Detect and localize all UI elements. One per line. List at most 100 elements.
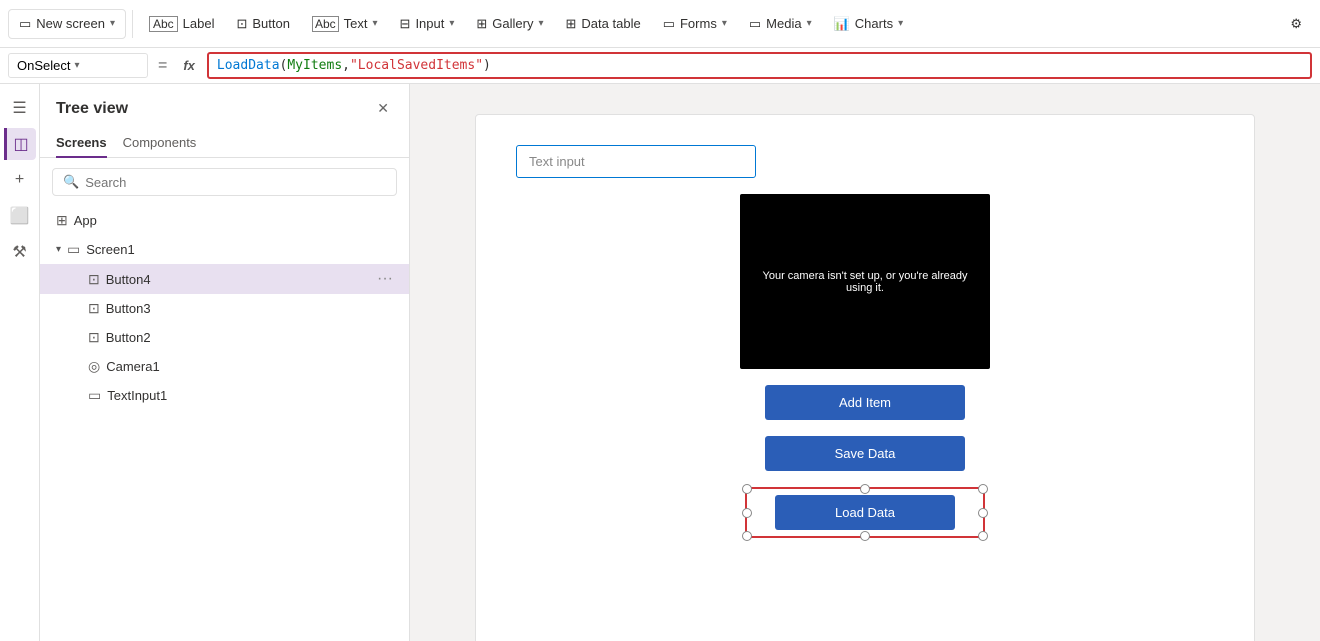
load-data-selected-container: Load Data	[745, 487, 985, 538]
button3-label: Button3	[106, 301, 393, 316]
tree-item-button2[interactable]: ⊡ Button2	[40, 323, 409, 352]
button2-label: Button2	[106, 330, 393, 345]
input-chevron: ▾	[449, 18, 454, 29]
text-icon: Abc	[312, 16, 339, 32]
tree-item-camera1[interactable]: ◎ Camera1	[40, 352, 409, 381]
text-button[interactable]: Abc Text ▾	[302, 10, 388, 38]
screen1-icon: ▭	[67, 241, 80, 258]
text-label: Text	[344, 16, 368, 31]
app-icon: ⊞	[56, 212, 68, 229]
tools-button[interactable]: ⚒	[4, 236, 36, 268]
handle-bl[interactable]	[742, 531, 752, 541]
load-data-button[interactable]: Load Data	[775, 495, 955, 530]
app-label: App	[74, 213, 393, 228]
input-label: Input	[415, 16, 444, 31]
handle-mr[interactable]	[978, 508, 988, 518]
media-chevron: ▾	[807, 18, 812, 29]
tab-screens[interactable]: Screens	[56, 129, 107, 158]
button-icon: ⊡	[236, 16, 247, 32]
add-item-button[interactable]: Add Item	[765, 385, 965, 420]
handle-tm[interactable]	[860, 484, 870, 494]
media-button[interactable]: ▭ Media ▾	[739, 10, 822, 38]
formula-fx-label: fx	[177, 58, 201, 73]
label-label: Label	[183, 16, 215, 31]
media-icon: ▭	[749, 16, 761, 32]
settings-icon: ⚙	[1290, 16, 1302, 32]
handle-tr[interactable]	[978, 484, 988, 494]
formula-string-param: "LocalSavedItems"	[350, 58, 483, 73]
textinput1-label: TextInput1	[107, 388, 393, 403]
tools-icon: ⚒	[12, 242, 26, 262]
button4-more-button[interactable]: ···	[377, 270, 393, 288]
component-icon: ⬜	[10, 206, 30, 226]
handle-bm[interactable]	[860, 531, 870, 541]
formula-bar: OnSelect ▾ = fx LoadData ( MyItems , "Lo…	[0, 48, 1320, 84]
textinput1-icon: ▭	[88, 387, 101, 404]
tree-item-screen1[interactable]: ▾ ▭ Screen1	[40, 235, 409, 264]
new-screen-button[interactable]: ▭ New screen ▾	[8, 9, 126, 39]
save-data-button[interactable]: Save Data	[765, 436, 965, 471]
text-chevron: ▾	[373, 18, 378, 29]
forms-icon: ▭	[663, 16, 675, 32]
tree-item-textinput1[interactable]: ▭ TextInput1	[40, 381, 409, 410]
camera1-icon: ◎	[88, 358, 100, 375]
tree-item-button4[interactable]: ⊡ Button4 ···	[40, 264, 409, 294]
new-screen-icon: ▭	[19, 16, 31, 32]
new-screen-label: New screen	[36, 16, 105, 31]
charts-chevron: ▾	[898, 18, 903, 29]
forms-chevron: ▾	[722, 18, 727, 29]
forms-button[interactable]: ▭ Forms ▾	[653, 10, 737, 38]
sidebar-icons: ☰ ◫ + ⬜ ⚒	[0, 84, 40, 641]
button-label: Button	[252, 16, 290, 31]
formula-open-paren: (	[280, 58, 288, 73]
formula-param1: MyItems	[287, 58, 342, 73]
button-button[interactable]: ⊡ Button	[226, 10, 300, 38]
forms-label: Forms	[680, 16, 717, 31]
handle-tl[interactable]	[742, 484, 752, 494]
data-table-button[interactable]: ⊞ Data table	[556, 10, 651, 38]
handle-br[interactable]	[978, 531, 988, 541]
button4-label: Button4	[106, 272, 371, 287]
tree-panel: Tree view ✕ Screens Components 🔍 ⊞ App ▾	[40, 84, 410, 641]
search-input[interactable]	[85, 175, 386, 190]
tree-title: Tree view	[56, 100, 128, 118]
layers-button[interactable]: ◫	[4, 128, 36, 160]
formula-dropdown-label: OnSelect	[17, 58, 70, 73]
add-screen-button[interactable]: +	[4, 164, 36, 196]
screen1-chevron: ▾	[56, 244, 61, 255]
tab-components[interactable]: Components	[123, 129, 197, 158]
formula-input[interactable]: LoadData ( MyItems , "LocalSavedItems" )	[207, 52, 1312, 79]
load-data-label: Load Data	[835, 505, 895, 520]
media-label: Media	[766, 16, 801, 31]
camera-message: Your camera isn't set up, or you're alre…	[740, 260, 990, 304]
tab-screens-label: Screens	[56, 135, 107, 150]
input-button[interactable]: ⊟ Input ▾	[390, 10, 465, 38]
gallery-button[interactable]: ⊞ Gallery ▾	[466, 10, 553, 38]
formula-function-name: LoadData	[217, 58, 280, 73]
screen1-label: Screen1	[86, 242, 393, 257]
button2-icon: ⊡	[88, 329, 100, 346]
tree-search-box[interactable]: 🔍	[52, 168, 397, 196]
settings-button[interactable]: ⚙	[1280, 10, 1312, 38]
text-input-placeholder: Text input	[529, 154, 585, 169]
charts-icon: 📊	[834, 16, 850, 32]
hamburger-menu-button[interactable]: ☰	[4, 92, 36, 124]
formula-comma: ,	[342, 58, 350, 73]
camera1-label: Camera1	[106, 359, 393, 374]
main-layout: ☰ ◫ + ⬜ ⚒ Tree view ✕ Screens Components	[0, 84, 1320, 641]
gallery-icon: ⊞	[476, 16, 487, 32]
label-button[interactable]: Abc Label	[139, 10, 225, 38]
tree-item-button3[interactable]: ⊡ Button3	[40, 294, 409, 323]
tree-close-button[interactable]: ✕	[373, 96, 393, 121]
formula-dropdown-chevron: ▾	[74, 60, 79, 71]
charts-label: Charts	[855, 16, 893, 31]
canvas-text-input[interactable]: Text input	[516, 145, 756, 178]
label-icon: Abc	[149, 16, 178, 32]
canvas-camera: Your camera isn't set up, or you're alre…	[740, 194, 990, 369]
handle-ml[interactable]	[742, 508, 752, 518]
components-button[interactable]: ⬜	[4, 200, 36, 232]
plus-icon: +	[15, 171, 24, 189]
charts-button[interactable]: 📊 Charts ▾	[824, 10, 914, 38]
tree-item-app[interactable]: ⊞ App	[40, 206, 409, 235]
formula-dropdown[interactable]: OnSelect ▾	[8, 53, 148, 78]
